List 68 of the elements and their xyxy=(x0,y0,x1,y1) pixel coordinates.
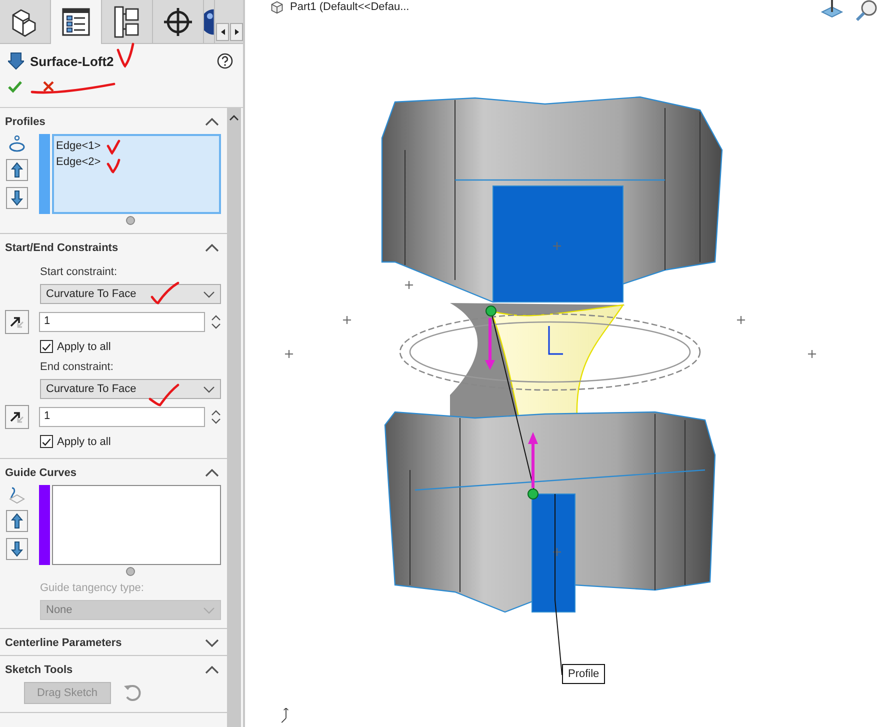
down-arrow-icon xyxy=(10,190,24,206)
handwritten-checkmark xyxy=(150,282,180,304)
handwritten-checkmark xyxy=(106,140,120,154)
diagonal-arrows-icon xyxy=(9,409,25,425)
scroll-left-icon[interactable] xyxy=(220,26,226,38)
undo-icon[interactable] xyxy=(122,683,141,703)
chevron-down-icon xyxy=(203,606,215,614)
part-block-icon xyxy=(270,0,284,14)
collapse-icon xyxy=(205,666,219,674)
chevron-down-icon xyxy=(203,386,215,392)
checkbox-label: Apply to all xyxy=(57,340,111,352)
handwritten-v-mark xyxy=(116,42,134,68)
dropdown[interactable]: Curvature To Face xyxy=(40,284,221,304)
help-icon[interactable] xyxy=(217,53,233,69)
scrollbar[interactable] xyxy=(227,108,241,727)
chevron-down-icon xyxy=(203,290,215,298)
section-header[interactable]: Start/End Constraints xyxy=(0,234,227,260)
collapse-icon xyxy=(205,118,219,126)
expand-icon xyxy=(205,639,219,647)
direction-button[interactable] xyxy=(5,405,29,429)
number-field[interactable]: 1 xyxy=(39,312,205,332)
scroll-up-icon[interactable] xyxy=(229,114,239,122)
selection-list[interactable] xyxy=(39,485,221,565)
check-icon xyxy=(41,436,52,446)
list-item[interactable]: Edge<2> xyxy=(56,154,217,170)
view-orientation-icon[interactable] xyxy=(820,0,844,18)
field-label: Guide tangency type: xyxy=(39,581,145,596)
up-arrow-icon xyxy=(10,162,24,178)
collapse-icon xyxy=(205,244,219,252)
collapse-icon xyxy=(205,469,219,477)
dropdown[interactable]: Curvature To Face xyxy=(40,379,221,399)
checkbox[interactable] xyxy=(40,435,53,448)
document-title: Part1 (Default<<Defau... xyxy=(290,1,410,13)
handwritten-checkmark xyxy=(106,158,120,174)
panel-tab[interactable] xyxy=(204,0,215,43)
move-down-button[interactable] xyxy=(6,187,28,209)
spinner-arrows-icon[interactable] xyxy=(211,410,221,424)
profile-icon xyxy=(8,135,26,153)
resize-handle[interactable] xyxy=(126,567,134,576)
down-arrow-icon xyxy=(10,541,24,557)
checkbox[interactable] xyxy=(40,340,53,353)
handwritten-checkmark xyxy=(148,384,180,406)
guide-curve-icon xyxy=(8,486,26,504)
direction-button[interactable] xyxy=(5,310,29,334)
diagonal-arrows-icon xyxy=(9,314,25,330)
list-item[interactable]: Edge<1> xyxy=(56,138,217,154)
callout-label: Profile xyxy=(562,664,606,684)
resize-handle[interactable] xyxy=(126,216,134,225)
move-up-button[interactable] xyxy=(6,159,28,181)
move-down-button[interactable] xyxy=(6,538,28,560)
number-field[interactable]: 1 xyxy=(39,407,205,427)
checkbox-label: Apply to all xyxy=(57,436,111,448)
field-label: Start constraint: xyxy=(39,265,118,280)
ok-checkmark-icon[interactable] xyxy=(8,80,22,93)
spinner-arrows-icon[interactable] xyxy=(211,315,221,329)
panel-tab[interactable] xyxy=(51,0,102,44)
field-label: End constraint: xyxy=(39,360,114,375)
feature-title: Surface-Loft2 xyxy=(30,54,114,68)
section-header[interactable]: Centerline Parameters xyxy=(0,629,227,655)
zoom-icon[interactable] xyxy=(855,0,877,22)
check-icon xyxy=(41,342,52,352)
scroll-right-icon[interactable] xyxy=(234,26,240,38)
loft-feature-icon xyxy=(8,52,24,70)
up-arrow-icon xyxy=(10,513,24,529)
section-header[interactable]: Sketch Tools xyxy=(0,656,227,682)
cancel-icon[interactable] xyxy=(42,80,55,93)
section-header[interactable]: Profiles xyxy=(0,108,227,134)
move-up-button[interactable] xyxy=(6,510,28,532)
